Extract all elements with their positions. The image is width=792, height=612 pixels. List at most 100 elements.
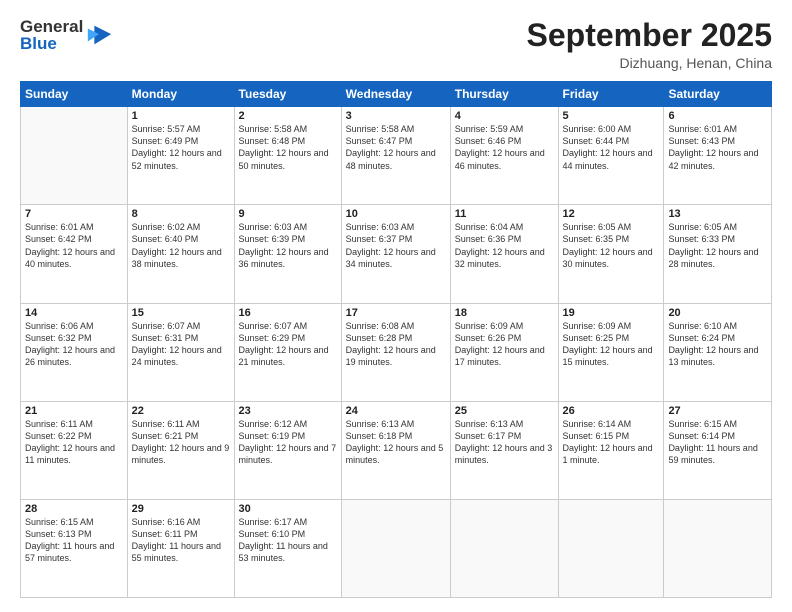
table-row: 13Sunrise: 6:05 AM Sunset: 6:33 PM Dayli…	[664, 205, 772, 303]
day-header-thursday: Thursday	[450, 82, 558, 107]
logo: General Blue	[20, 18, 113, 52]
table-row	[558, 499, 664, 597]
table-row: 29Sunrise: 6:16 AM Sunset: 6:11 PM Dayli…	[127, 499, 234, 597]
table-row	[341, 499, 450, 597]
table-row: 6Sunrise: 6:01 AM Sunset: 6:43 PM Daylig…	[664, 107, 772, 205]
day-info: Sunrise: 6:01 AM Sunset: 6:42 PM Dayligh…	[25, 221, 123, 270]
day-info: Sunrise: 5:59 AM Sunset: 6:46 PM Dayligh…	[455, 123, 554, 172]
day-info: Sunrise: 6:16 AM Sunset: 6:11 PM Dayligh…	[132, 516, 230, 565]
table-row: 12Sunrise: 6:05 AM Sunset: 6:35 PM Dayli…	[558, 205, 664, 303]
day-header-wednesday: Wednesday	[341, 82, 450, 107]
table-row: 11Sunrise: 6:04 AM Sunset: 6:36 PM Dayli…	[450, 205, 558, 303]
day-info: Sunrise: 6:07 AM Sunset: 6:29 PM Dayligh…	[239, 320, 337, 369]
day-number: 25	[455, 405, 554, 417]
day-info: Sunrise: 5:58 AM Sunset: 6:48 PM Dayligh…	[239, 123, 337, 172]
day-info: Sunrise: 6:05 AM Sunset: 6:33 PM Dayligh…	[668, 221, 767, 270]
table-row: 30Sunrise: 6:17 AM Sunset: 6:10 PM Dayli…	[234, 499, 341, 597]
day-info: Sunrise: 6:09 AM Sunset: 6:25 PM Dayligh…	[563, 320, 660, 369]
day-info: Sunrise: 6:01 AM Sunset: 6:43 PM Dayligh…	[668, 123, 767, 172]
day-info: Sunrise: 6:03 AM Sunset: 6:39 PM Dayligh…	[239, 221, 337, 270]
table-row: 27Sunrise: 6:15 AM Sunset: 6:14 PM Dayli…	[664, 401, 772, 499]
table-row: 23Sunrise: 6:12 AM Sunset: 6:19 PM Dayli…	[234, 401, 341, 499]
day-info: Sunrise: 6:09 AM Sunset: 6:26 PM Dayligh…	[455, 320, 554, 369]
table-row: 20Sunrise: 6:10 AM Sunset: 6:24 PM Dayli…	[664, 303, 772, 401]
day-number: 26	[563, 405, 660, 417]
day-number: 21	[25, 405, 123, 417]
day-info: Sunrise: 5:57 AM Sunset: 6:49 PM Dayligh…	[132, 123, 230, 172]
table-row	[21, 107, 128, 205]
day-info: Sunrise: 6:06 AM Sunset: 6:32 PM Dayligh…	[25, 320, 123, 369]
day-number: 4	[455, 110, 554, 122]
day-number: 29	[132, 503, 230, 515]
day-header-friday: Friday	[558, 82, 664, 107]
table-row: 4Sunrise: 5:59 AM Sunset: 6:46 PM Daylig…	[450, 107, 558, 205]
day-number: 12	[563, 208, 660, 220]
day-info: Sunrise: 6:00 AM Sunset: 6:44 PM Dayligh…	[563, 123, 660, 172]
day-number: 24	[346, 405, 446, 417]
day-info: Sunrise: 6:13 AM Sunset: 6:18 PM Dayligh…	[346, 418, 446, 467]
day-info: Sunrise: 6:15 AM Sunset: 6:13 PM Dayligh…	[25, 516, 123, 565]
day-info: Sunrise: 6:14 AM Sunset: 6:15 PM Dayligh…	[563, 418, 660, 467]
day-info: Sunrise: 6:05 AM Sunset: 6:35 PM Dayligh…	[563, 221, 660, 270]
day-number: 18	[455, 307, 554, 319]
table-row: 1Sunrise: 5:57 AM Sunset: 6:49 PM Daylig…	[127, 107, 234, 205]
day-number: 1	[132, 110, 230, 122]
day-header-saturday: Saturday	[664, 82, 772, 107]
month-title: September 2025	[527, 18, 772, 53]
day-info: Sunrise: 6:12 AM Sunset: 6:19 PM Dayligh…	[239, 418, 337, 467]
title-block: September 2025 Dizhuang, Henan, China	[527, 18, 772, 71]
day-header-sunday: Sunday	[21, 82, 128, 107]
day-info: Sunrise: 5:58 AM Sunset: 6:47 PM Dayligh…	[346, 123, 446, 172]
day-number: 30	[239, 503, 337, 515]
table-row: 21Sunrise: 6:11 AM Sunset: 6:22 PM Dayli…	[21, 401, 128, 499]
day-number: 8	[132, 208, 230, 220]
day-info: Sunrise: 6:13 AM Sunset: 6:17 PM Dayligh…	[455, 418, 554, 467]
table-row: 10Sunrise: 6:03 AM Sunset: 6:37 PM Dayli…	[341, 205, 450, 303]
table-row: 16Sunrise: 6:07 AM Sunset: 6:29 PM Dayli…	[234, 303, 341, 401]
logo-blue: Blue	[20, 35, 83, 52]
day-number: 10	[346, 208, 446, 220]
table-row: 2Sunrise: 5:58 AM Sunset: 6:48 PM Daylig…	[234, 107, 341, 205]
day-number: 9	[239, 208, 337, 220]
day-info: Sunrise: 6:10 AM Sunset: 6:24 PM Dayligh…	[668, 320, 767, 369]
day-info: Sunrise: 6:11 AM Sunset: 6:22 PM Dayligh…	[25, 418, 123, 467]
table-row: 8Sunrise: 6:02 AM Sunset: 6:40 PM Daylig…	[127, 205, 234, 303]
table-row: 24Sunrise: 6:13 AM Sunset: 6:18 PM Dayli…	[341, 401, 450, 499]
calendar-table: SundayMondayTuesdayWednesdayThursdayFrid…	[20, 81, 772, 598]
day-info: Sunrise: 6:08 AM Sunset: 6:28 PM Dayligh…	[346, 320, 446, 369]
table-row: 28Sunrise: 6:15 AM Sunset: 6:13 PM Dayli…	[21, 499, 128, 597]
logo-icon	[85, 21, 113, 49]
day-number: 2	[239, 110, 337, 122]
table-row: 25Sunrise: 6:13 AM Sunset: 6:17 PM Dayli…	[450, 401, 558, 499]
table-row: 14Sunrise: 6:06 AM Sunset: 6:32 PM Dayli…	[21, 303, 128, 401]
day-header-tuesday: Tuesday	[234, 82, 341, 107]
day-number: 23	[239, 405, 337, 417]
day-number: 6	[668, 110, 767, 122]
table-row	[664, 499, 772, 597]
logo-general: General	[20, 18, 83, 35]
day-number: 14	[25, 307, 123, 319]
day-number: 11	[455, 208, 554, 220]
day-number: 5	[563, 110, 660, 122]
day-info: Sunrise: 6:11 AM Sunset: 6:21 PM Dayligh…	[132, 418, 230, 467]
table-row: 26Sunrise: 6:14 AM Sunset: 6:15 PM Dayli…	[558, 401, 664, 499]
day-number: 15	[132, 307, 230, 319]
table-row: 22Sunrise: 6:11 AM Sunset: 6:21 PM Dayli…	[127, 401, 234, 499]
day-number: 17	[346, 307, 446, 319]
table-row: 15Sunrise: 6:07 AM Sunset: 6:31 PM Dayli…	[127, 303, 234, 401]
table-row: 19Sunrise: 6:09 AM Sunset: 6:25 PM Dayli…	[558, 303, 664, 401]
day-number: 19	[563, 307, 660, 319]
day-number: 20	[668, 307, 767, 319]
table-row: 9Sunrise: 6:03 AM Sunset: 6:39 PM Daylig…	[234, 205, 341, 303]
day-header-monday: Monday	[127, 82, 234, 107]
table-row: 5Sunrise: 6:00 AM Sunset: 6:44 PM Daylig…	[558, 107, 664, 205]
day-number: 22	[132, 405, 230, 417]
table-row	[450, 499, 558, 597]
table-row: 7Sunrise: 6:01 AM Sunset: 6:42 PM Daylig…	[21, 205, 128, 303]
day-number: 13	[668, 208, 767, 220]
day-info: Sunrise: 6:17 AM Sunset: 6:10 PM Dayligh…	[239, 516, 337, 565]
day-info: Sunrise: 6:15 AM Sunset: 6:14 PM Dayligh…	[668, 418, 767, 467]
day-number: 28	[25, 503, 123, 515]
location-subtitle: Dizhuang, Henan, China	[527, 55, 772, 71]
day-info: Sunrise: 6:03 AM Sunset: 6:37 PM Dayligh…	[346, 221, 446, 270]
